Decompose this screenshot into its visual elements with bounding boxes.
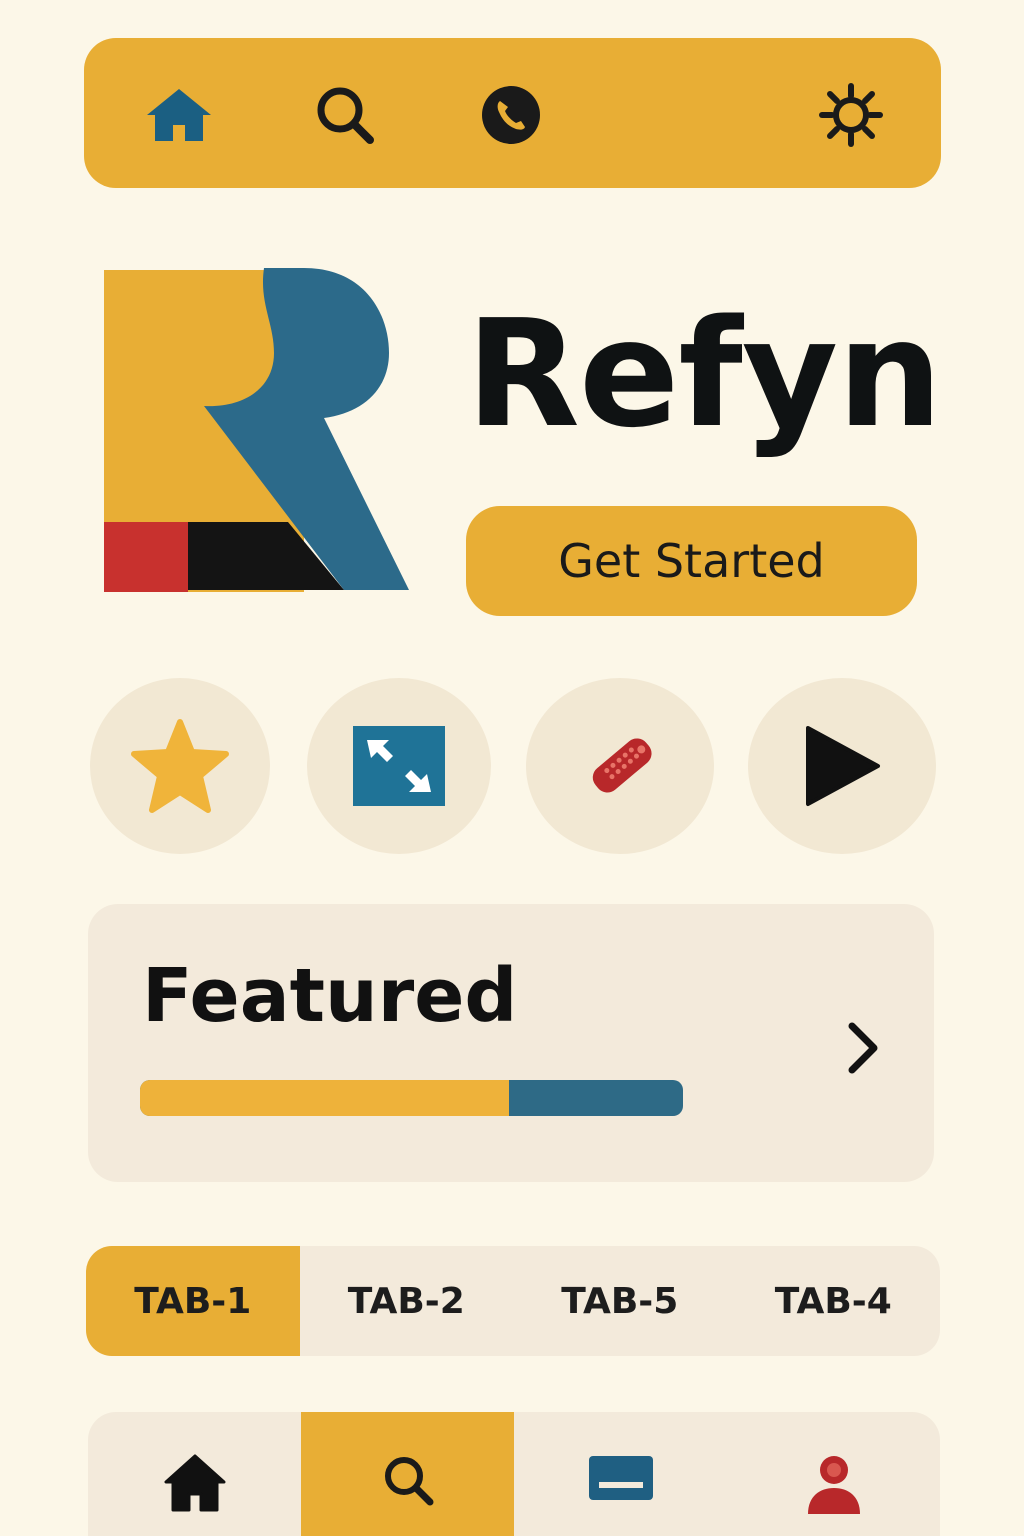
card-icon <box>588 1456 653 1500</box>
search-button[interactable] <box>308 78 382 152</box>
remote-icon <box>592 738 652 793</box>
brand-name: Refyn <box>466 288 943 460</box>
settings-icon <box>819 83 883 147</box>
brand-logo <box>104 268 409 592</box>
nav-search[interactable] <box>301 1412 514 1536</box>
home-button[interactable] <box>142 78 216 152</box>
settings-button[interactable] <box>814 78 888 152</box>
nav-home[interactable] <box>88 1412 301 1536</box>
top-bar <box>84 38 941 188</box>
bottom-nav <box>88 1412 940 1536</box>
favorites-button[interactable] <box>90 678 270 854</box>
tab-4[interactable]: TAB-4 <box>727 1246 941 1356</box>
phone-button[interactable] <box>474 78 548 152</box>
play-icon <box>806 726 880 806</box>
app-screen: Refyn Get Started Featured TAB-1 TAB-2 T… <box>0 0 1024 1536</box>
search-icon <box>384 1457 433 1506</box>
phone-icon <box>482 86 540 144</box>
user-icon <box>807 1456 860 1514</box>
nav-card[interactable] <box>514 1412 727 1536</box>
nav-profile[interactable] <box>727 1412 940 1536</box>
featured-title: Featured <box>142 953 518 1039</box>
get-started-button[interactable]: Get Started <box>466 506 917 616</box>
expand-button[interactable] <box>307 678 491 854</box>
tab-1[interactable]: TAB-1 <box>86 1246 300 1356</box>
search-icon <box>317 87 374 144</box>
expand-icon <box>353 726 445 806</box>
chevron-right-icon <box>848 1022 878 1074</box>
featured-progress-bar <box>140 1080 683 1116</box>
star-icon <box>131 719 229 813</box>
home-icon <box>147 89 211 141</box>
tab-5[interactable]: TAB-5 <box>513 1246 727 1356</box>
remote-button[interactable] <box>526 678 714 854</box>
play-button[interactable] <box>748 678 936 854</box>
tab-2[interactable]: TAB-2 <box>300 1246 514 1356</box>
tab-bar: TAB-1 TAB-2 TAB-5 TAB-4 <box>86 1246 940 1356</box>
featured-progress-fill <box>140 1080 510 1116</box>
featured-card[interactable]: Featured <box>88 904 934 1182</box>
home-icon <box>164 1454 225 1512</box>
